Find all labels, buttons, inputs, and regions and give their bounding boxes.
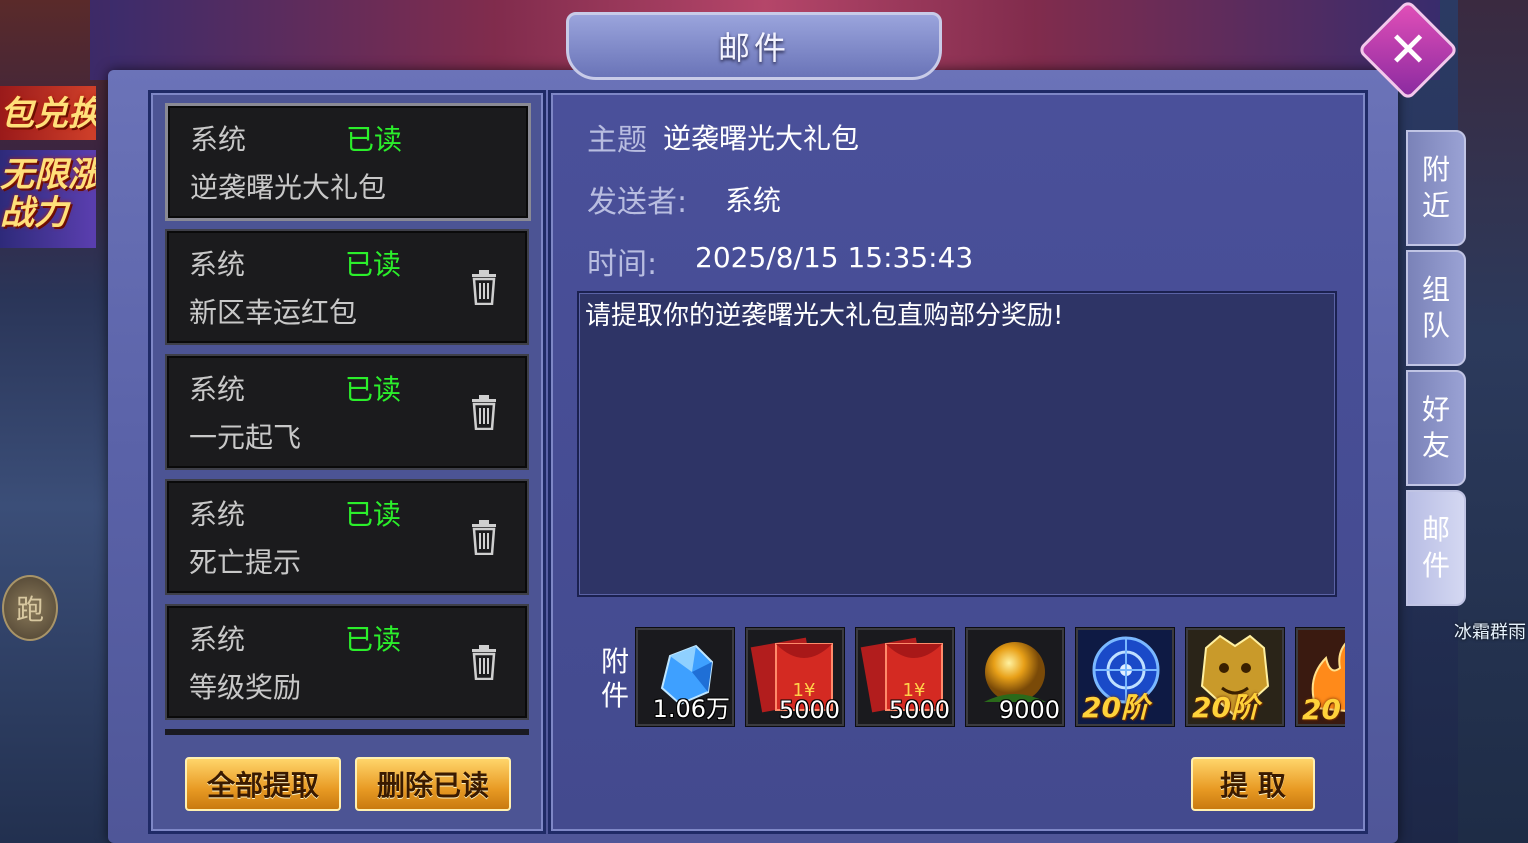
attachment-slot[interactable]: 1¥ 5000 [745,627,845,727]
mail-sender: 系统 [189,498,246,531]
claim-button[interactable]: 提 取 [1191,757,1315,811]
trash-icon[interactable] [469,269,499,305]
trash-icon[interactable] [469,394,499,430]
skill-label: 冰霜群雨 [1454,622,1526,643]
promo-banner-line-2: 战力 [0,193,68,233]
promo-banner-exchange[interactable]: 包兑换 [0,86,96,140]
promo-banner-line-1: 无限涨 [0,155,96,195]
mail-title: 新区幸运红包 [189,296,358,329]
mail-sender: 系统 [189,373,246,406]
claim-all-button[interactable]: 全部提取 [185,757,341,811]
tab-team[interactable]: 组队 [1406,250,1466,366]
attachment-slot[interactable]: 20阶 [1185,627,1285,727]
sender-label: 发送者: [587,185,688,220]
mail-title: 逆袭曙光大礼包 [190,171,387,204]
mail-read-status: 已读 [345,498,402,531]
attachment-slot[interactable]: 20阶 [1075,627,1175,727]
trash-icon[interactable] [469,519,499,555]
tab-label: 组队 [1421,273,1450,342]
close-icon: ✕ [1387,22,1429,78]
mail-detail-panel: 主题 逆袭曙光大礼包 发送者: 系统 时间: 2025/8/15 15:35:4… [548,90,1368,834]
mail-list-scrollbar[interactable] [165,729,529,735]
delete-read-button[interactable]: 删除已读 [355,757,511,811]
tab-friends[interactable]: 好友 [1406,370,1466,486]
mail-read-status: 已读 [346,123,403,156]
mail-title: 死亡提示 [189,546,302,579]
mail-list-item[interactable]: 系统 已读 新区幸运红包 [165,229,529,345]
attachment-slot[interactable]: 1¥ 5000 [855,627,955,727]
run-button[interactable]: 跑 [2,575,58,641]
mail-list-item[interactable]: 系统 已读 等级奖励 [165,604,529,720]
tab-label: 邮件 [1421,513,1450,582]
promo-banner-power[interactable]: 无限涨 战力 [0,150,96,248]
mail-sender: 系统 [189,623,246,656]
attachment-label: 附件 [600,645,629,712]
attachment-slot[interactable]: 20 [1295,627,1345,727]
mail-body-box: 请提取你的逆袭曙光大礼包直购部分奖励! [577,291,1337,597]
game-background-right [1458,0,1528,843]
mail-read-status: 已读 [345,248,402,281]
mail-read-status: 已读 [345,623,402,656]
dialog-title: 邮件 [566,12,942,80]
attachment-tier: 20阶 [1082,691,1149,724]
attachment-strip: 1.06万 1¥ 5000 1¥ 5000 9000 20阶 20阶 20 [635,627,1345,727]
tab-nearby[interactable]: 附近 [1406,130,1466,246]
attachment-slot[interactable]: 1.06万 [635,627,735,727]
attachment-count: 9000 [998,696,1060,724]
mail-sender: 系统 [190,123,247,156]
attachment-tier: 20 [1302,693,1341,726]
tab-label: 好友 [1421,393,1450,462]
attachment-count: 5000 [778,696,840,724]
attachment-count: 5000 [888,696,950,724]
mail-sender: 系统 [189,248,246,281]
mail-read-status: 已读 [345,373,402,406]
mail-body-text: 请提取你的逆袭曙光大礼包直购部分奖励! [585,301,1064,331]
mail-list-item[interactable]: 系统 已读 逆袭曙光大礼包 [165,103,531,221]
subject-value: 逆袭曙光大礼包 [663,122,860,155]
mail-title: 一元起飞 [189,421,302,454]
mail-list-item[interactable]: 系统 已读 一元起飞 [165,354,529,470]
mail-list-item[interactable]: 系统 已读 死亡提示 [165,479,529,595]
subject-label: 主题 [587,123,647,158]
attachment-count: 1.06万 [652,695,730,723]
mail-title: 等级奖励 [189,671,302,704]
time-value: 2025/8/15 15:35:43 [695,241,974,274]
time-label: 时间: [587,247,658,282]
mail-list-panel: 系统 已读 逆袭曙光大礼包 系统 已读 新区幸运红包 系统 已读 一元起飞 系统… [148,90,546,834]
sender-value: 系统 [725,184,782,217]
attachment-slot[interactable]: 9000 [965,627,1065,727]
trash-icon[interactable] [469,644,499,680]
tab-mail[interactable]: 邮件 [1406,490,1466,606]
tab-label: 附近 [1421,153,1450,222]
attachment-tier: 20阶 [1192,691,1259,724]
